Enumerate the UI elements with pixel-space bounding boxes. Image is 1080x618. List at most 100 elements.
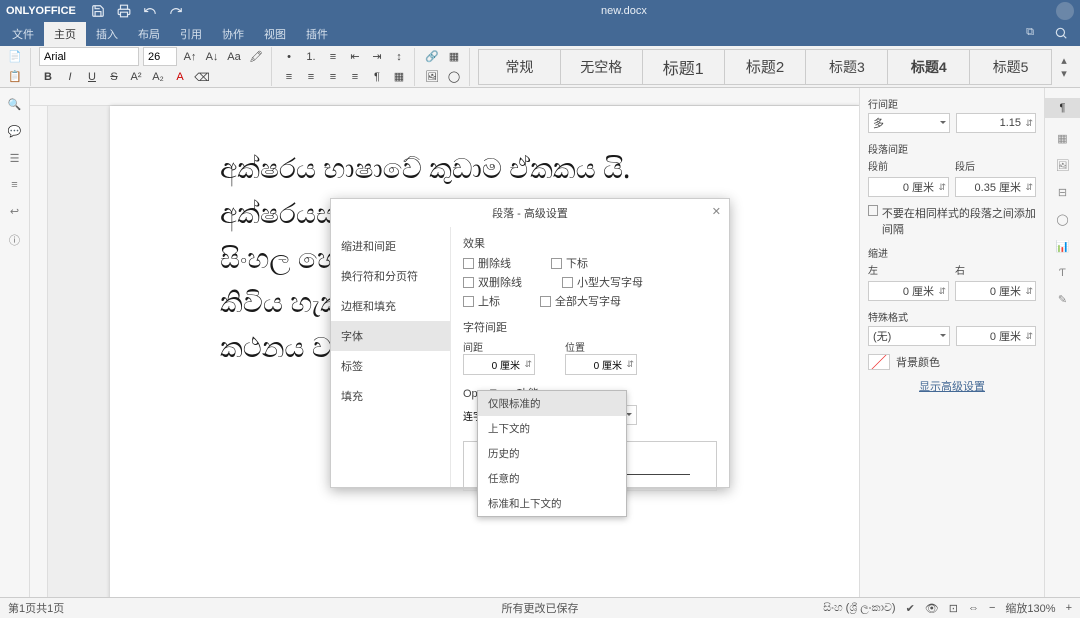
table-settings-icon[interactable]: ▦ [1057,132,1067,145]
align-left-icon[interactable]: ≡ [280,68,298,86]
dd-contextual[interactable]: 上下文的 [478,416,626,441]
font-color-icon[interactable]: A [171,68,189,86]
user-avatar[interactable] [1056,2,1074,20]
tab-tabstop[interactable]: 标签 [331,351,450,381]
indent-right[interactable]: 0 厘米 [955,281,1036,301]
horizontal-ruler[interactable] [30,88,859,106]
chart-settings-icon[interactable]: 📊 [1056,240,1070,253]
style-more-icon[interactable]: ▴▾ [1054,54,1074,80]
check-allcaps[interactable]: 全部大写字母 [540,293,621,309]
tab-padding[interactable]: 填充 [331,381,450,411]
dd-historical[interactable]: 历史的 [478,441,626,466]
open-location-icon[interactable]: ⧉ [1016,22,1044,47]
font-size-select[interactable]: 26 [143,47,177,66]
spacing-value[interactable]: 0 厘米 [463,354,535,375]
inc-indent-icon[interactable]: ⇥ [368,48,386,66]
tab-font[interactable]: 字体 [331,321,450,351]
check-subscript[interactable]: 下标 [551,255,588,271]
rail-nav-icon[interactable]: ☰ [10,152,20,165]
bold-icon[interactable]: B [39,68,57,86]
zoom-out-icon[interactable]: − [989,602,995,614]
dec-indent-icon[interactable]: ⇤ [346,48,364,66]
style-h2[interactable]: 标题2 [725,49,807,85]
superscript-icon[interactable]: A² [127,68,145,86]
doc-language[interactable]: සිංහ (ශ්‍රී ලංකාව) [823,602,895,615]
rail-feedback-icon[interactable]: ↩ [10,205,19,218]
change-case-icon[interactable]: Aa [225,48,243,66]
linespacing-value[interactable]: 1.15 [956,113,1036,133]
menu-refs[interactable]: 引用 [170,22,212,46]
subscript-icon[interactable]: A₂ [149,68,167,86]
check-smallcaps[interactable]: 小型大写字母 [562,274,643,290]
spellcheck-icon[interactable]: ✔ [906,602,915,615]
special-value[interactable]: 0 厘米 [956,326,1036,346]
style-h4[interactable]: 标题4 [888,49,970,85]
menu-view[interactable]: 视图 [254,22,296,46]
increase-font-icon[interactable]: A↑ [181,48,199,66]
textart-settings-icon[interactable]: Ƭ [1059,267,1066,279]
italic-icon[interactable]: I [61,68,79,86]
position-value[interactable]: 0 厘米 [565,354,637,375]
style-normal[interactable]: 常规 [478,49,561,85]
nosamestyle-check[interactable]: 不要在相同样式的段落之间添加间隔 [868,205,1036,237]
justify-icon[interactable]: ≡ [346,68,364,86]
linespacing-select[interactable]: 多 [868,113,950,133]
strike-icon[interactable]: S [105,68,123,86]
dd-std-contextual[interactable]: 标准和上下文的 [478,491,626,516]
check-sup[interactable]: 上标 [463,293,500,309]
fit-icon[interactable]: ⊡ [949,602,958,615]
indent-left[interactable]: 0 厘米 [868,281,949,301]
align-right-icon[interactable]: ≡ [324,68,342,86]
page-counter[interactable]: 第1页共1页 [8,600,64,616]
spacing-after[interactable]: 0.35 厘米 [955,177,1036,197]
fitwidth-icon[interactable]: ⇔ [968,602,979,614]
check-dstrike[interactable]: 双删除线 [463,274,522,290]
ref-icon[interactable]: 🔗 [423,48,441,66]
save-icon[interactable] [88,2,108,20]
style-h1[interactable]: 标题1 [643,49,725,85]
trackchanges-icon[interactable]: 👁 [925,602,939,615]
rail-comments-icon[interactable]: 💬 [8,125,22,138]
style-h3[interactable]: 标题3 [806,49,888,85]
special-select[interactable]: (无) [868,326,950,346]
tab-borders[interactable]: 边框和填充 [331,291,450,321]
font-select[interactable]: Arial [39,47,139,66]
bullets-icon[interactable]: • [280,48,298,66]
shape-icon[interactable]: ◯ [445,68,463,86]
clear-format-icon[interactable]: ⌫ [193,68,211,86]
dd-discretionary[interactable]: 任意的 [478,466,626,491]
dialog-close-icon[interactable]: ✕ [712,205,721,218]
nonprint-icon[interactable]: ¶ [368,68,386,86]
print-icon[interactable] [114,2,134,20]
linespacing-icon[interactable]: ↕ [390,48,408,66]
menu-file[interactable]: 文件 [2,22,44,46]
rail-search-icon[interactable]: 🔍 [8,98,22,111]
menu-plugins[interactable]: 插件 [296,22,338,46]
table-icon[interactable]: ▦ [445,48,463,66]
align-center-icon[interactable]: ≡ [302,68,320,86]
vertical-ruler[interactable] [30,106,48,597]
paragraph-settings-icon[interactable]: ¶ [1045,98,1080,118]
tab-breaks[interactable]: 换行符和分页符 [331,261,450,291]
copy-icon[interactable]: 📄 [6,48,24,66]
signature-settings-icon[interactable]: ✎ [1058,293,1067,306]
spacing-before[interactable]: 0 厘米 [868,177,949,197]
zoom-label[interactable]: 缩放130% [1005,600,1055,616]
style-h5[interactable]: 标题5 [970,49,1052,85]
zoom-in-icon[interactable]: + [1066,602,1072,614]
menu-collab[interactable]: 协作 [212,22,254,46]
multilevel-icon[interactable]: ≡ [324,48,342,66]
menu-insert[interactable]: 插入 [86,22,128,46]
menu-home[interactable]: 主页 [44,22,86,46]
underline-icon[interactable]: U [83,68,101,86]
bgcolor-swatch[interactable] [868,354,890,370]
paste-icon[interactable]: 📋 [6,68,24,86]
header-settings-icon[interactable]: ⊟ [1058,186,1067,199]
dd-standard[interactable]: 仅限标准的 [478,391,626,416]
shading-icon[interactable]: ▦ [390,68,408,86]
advanced-link[interactable]: 显示高级设置 [868,378,1036,394]
numbering-icon[interactable]: 1. [302,48,320,66]
decrease-font-icon[interactable]: A↓ [203,48,221,66]
rail-info-icon[interactable]: ⓘ [9,232,20,248]
tab-indent[interactable]: 缩进和间距 [331,231,450,261]
